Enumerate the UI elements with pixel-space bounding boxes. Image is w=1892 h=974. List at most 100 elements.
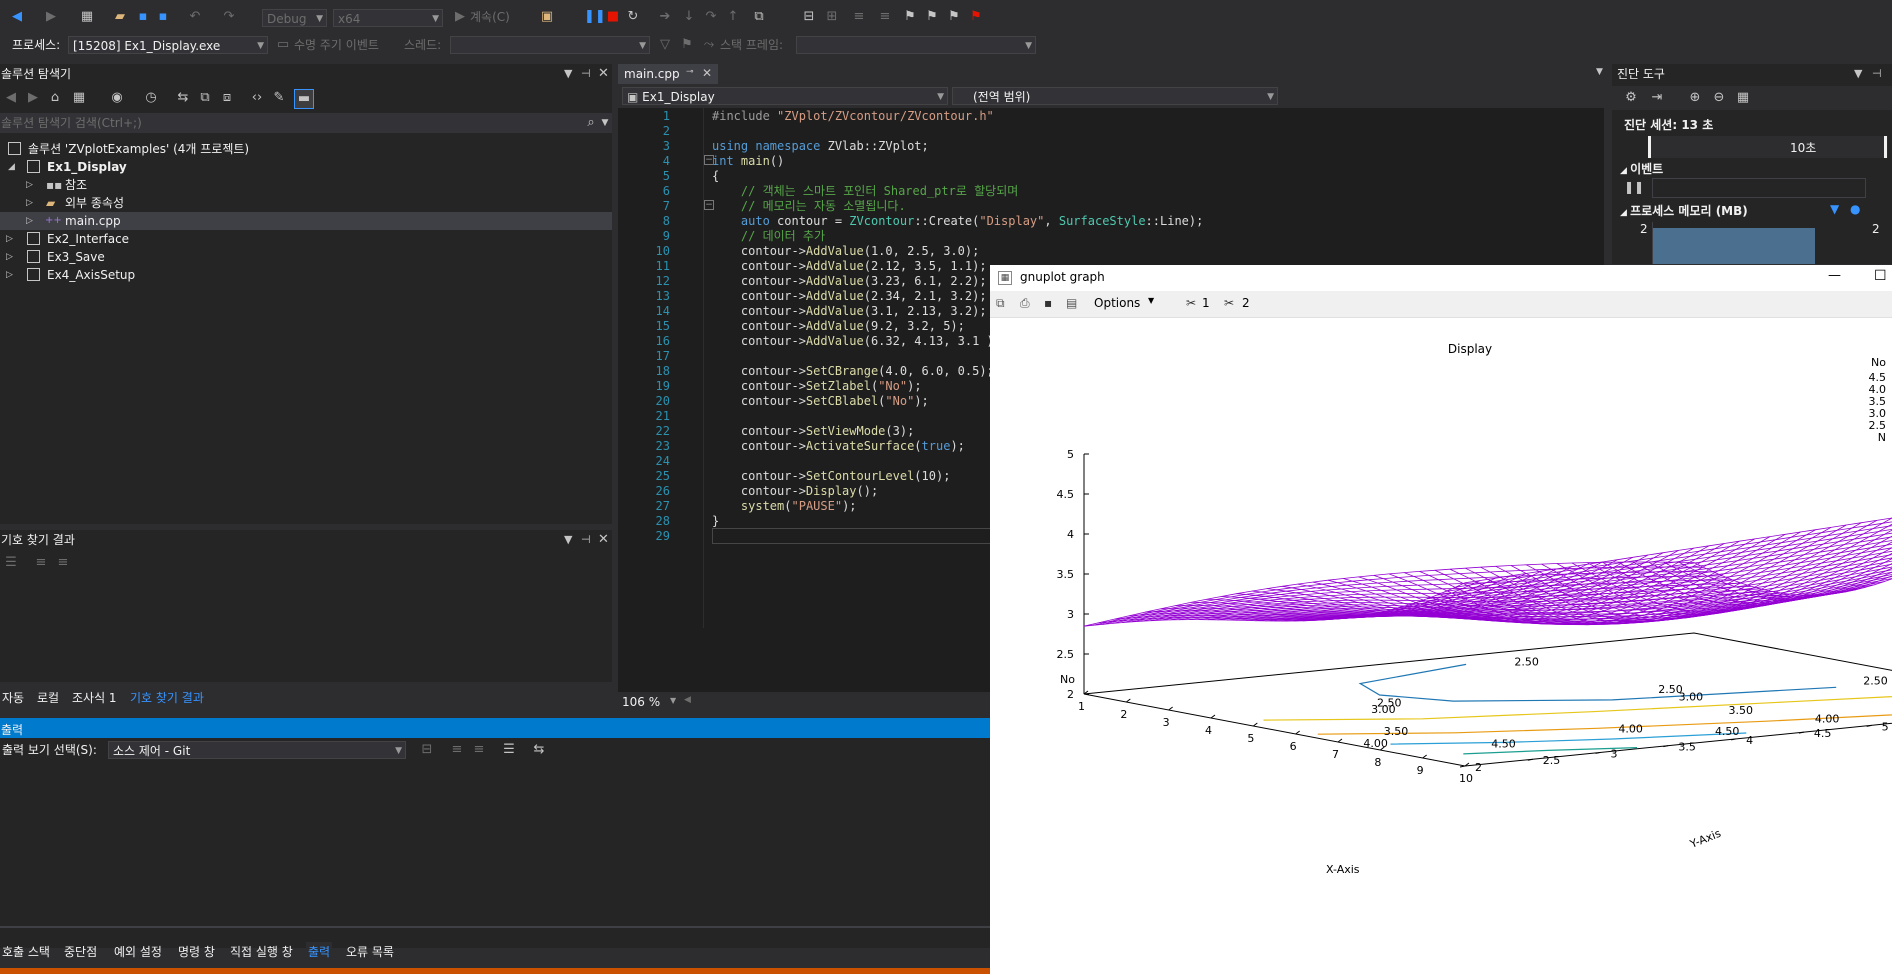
- tab-command-window[interactable]: 명령 창: [176, 942, 217, 962]
- uncomment-icon[interactable]: ≡: [878, 10, 892, 24]
- continue-icon[interactable]: ▶: [453, 10, 467, 24]
- close-icon[interactable]: ✕: [598, 530, 609, 550]
- global-scope-select[interactable]: (전역 범위) ▼: [952, 87, 1278, 105]
- forward-icon[interactable]: ▶: [26, 91, 40, 105]
- sync-icon[interactable]: ⇆: [176, 91, 190, 105]
- print-icon[interactable]: ⎙: [1020, 296, 1030, 311]
- new-project-icon[interactable]: ▦: [80, 10, 94, 24]
- events-track[interactable]: [1652, 178, 1866, 198]
- output-source-select[interactable]: 소스 제어 - Git ▼: [108, 741, 406, 759]
- tab-locals[interactable]: 로컬: [35, 688, 61, 708]
- view-code-icon[interactable]: ‹›: [250, 91, 264, 105]
- collapsed-arrow-icon[interactable]: ▷: [26, 194, 33, 212]
- expanded-arrow-icon[interactable]: ◢: [8, 158, 15, 176]
- tree-item-solution[interactable]: 솔루션 'ZVplotExamples' (4개 프로젝트): [0, 140, 612, 158]
- tab-watch-1[interactable]: 조사식 1: [70, 688, 119, 708]
- step-over-icon[interactable]: ↷: [704, 10, 718, 24]
- tab-breakpoints[interactable]: 중단점: [62, 942, 99, 962]
- platform-select[interactable]: x64 ▼: [333, 9, 443, 27]
- toggle-plot-icon[interactable]: ✂: [1186, 296, 1196, 310]
- step-out-icon[interactable]: ↑: [726, 10, 740, 24]
- collapse-all-icon[interactable]: ⧉: [198, 91, 212, 105]
- find-message-icon[interactable]: ⊟: [420, 743, 434, 757]
- lifecycle-events-button[interactable]: 수명 주기 이벤트: [294, 36, 379, 54]
- thread-select[interactable]: ▼: [450, 36, 650, 54]
- stop-icon[interactable]: ■: [606, 10, 620, 24]
- pin-icon[interactable]: ⊸: [686, 67, 694, 77]
- git-icon[interactable]: ◉: [110, 91, 124, 105]
- prev-result-icon[interactable]: ≡: [34, 556, 48, 570]
- options-button[interactable]: Options: [1094, 296, 1140, 310]
- project-scope-select[interactable]: ▣ Ex1_Display ▼: [622, 87, 948, 105]
- collapsed-arrow-icon[interactable]: ▷: [6, 266, 13, 284]
- chevron-down-icon[interactable]: ▼: [670, 696, 676, 705]
- tab-immediate-window[interactable]: 직접 실행 창: [228, 942, 295, 962]
- tab-autos[interactable]: 자동: [0, 688, 26, 708]
- tab-symbol-results[interactable]: 기호 찾기 결과: [128, 688, 206, 708]
- word-wrap-icon[interactable]: ⇆: [532, 743, 546, 757]
- chevron-down-icon[interactable]: ▼: [598, 116, 612, 130]
- zoom-out-icon[interactable]: ⊖: [1712, 91, 1726, 105]
- close-icon[interactable]: ✕: [598, 64, 609, 84]
- pin-icon[interactable]: ⊣: [581, 530, 591, 550]
- stackframe-select[interactable]: ▼: [796, 36, 1036, 54]
- next-message-icon[interactable]: ≡: [472, 743, 486, 757]
- save-icon[interactable]: ▪: [1044, 296, 1052, 310]
- collapsed-arrow-icon[interactable]: ▷: [26, 212, 33, 230]
- timeline-end-handle[interactable]: [1884, 136, 1887, 158]
- pin-icon[interactable]: ⊣: [1872, 64, 1882, 84]
- solution-search-box[interactable]: 솔루션 탐색기 검색(Ctrl+;) ⌕ ▼: [0, 113, 612, 133]
- reset-view-icon[interactable]: ▦: [1736, 91, 1750, 105]
- memory-section[interactable]: ◢ 프로세스 메모리 (MB): [1620, 202, 1748, 219]
- timeline-ruler[interactable]: 10초: [1648, 136, 1888, 158]
- tree-item-references[interactable]: ▷ ▪▪ 참조: [0, 176, 612, 194]
- hex-display-icon[interactable]: ⧉: [752, 10, 766, 24]
- collapsed-arrow-icon[interactable]: ▷: [6, 248, 13, 266]
- settings-icon[interactable]: ⚙: [1624, 91, 1638, 105]
- show-next-statement-icon[interactable]: ➔: [658, 10, 672, 24]
- tab-error-list[interactable]: 오류 목록: [344, 942, 396, 962]
- restart-icon[interactable]: ↻: [626, 10, 640, 24]
- zoom-value[interactable]: 106 %: [622, 695, 660, 709]
- show-all-files-icon[interactable]: ⧈: [220, 91, 234, 105]
- memory-graph[interactable]: [1652, 222, 1865, 264]
- switch-views-icon[interactable]: ▦: [72, 91, 86, 105]
- home-icon[interactable]: ⌂: [48, 91, 62, 105]
- preview-icon[interactable]: ▬: [294, 89, 314, 109]
- clear-bookmarks-icon[interactable]: ⚑: [969, 10, 983, 24]
- minimize-button[interactable]: —: [1828, 268, 1841, 283]
- close-icon[interactable]: ✕: [702, 66, 712, 80]
- collapsed-arrow-icon[interactable]: ▷: [26, 176, 33, 194]
- collapse-region-icon[interactable]: −: [704, 200, 714, 210]
- properties-icon[interactable]: ✎: [272, 91, 286, 105]
- prev-message-icon[interactable]: ≡: [450, 743, 464, 757]
- redo-icon[interactable]: ↷: [222, 10, 236, 24]
- tab-call-stack[interactable]: 호출 스택: [0, 942, 52, 962]
- tree-item-external-deps[interactable]: ▷ ▰ 외부 종속성: [0, 194, 612, 212]
- tree-item-main-cpp[interactable]: ▷ ++ main.cpp: [0, 212, 612, 230]
- tree-item-ex1-display[interactable]: ◢ Ex1_Display: [0, 158, 612, 176]
- tab-output[interactable]: 출력: [306, 942, 333, 962]
- pin-icon[interactable]: ⊣: [581, 64, 591, 84]
- back-icon[interactable]: ◀: [4, 91, 18, 105]
- toggle-plot-icon[interactable]: ✂: [1224, 296, 1234, 310]
- collapsed-arrow-icon[interactable]: ▷: [6, 230, 13, 248]
- forward-icon[interactable]: ▶: [44, 10, 58, 24]
- undo-icon[interactable]: ↶: [188, 10, 202, 24]
- tab-exception-settings[interactable]: 예외 설정: [112, 942, 164, 962]
- back-icon[interactable]: ◀: [10, 10, 24, 24]
- zoom-in-icon[interactable]: ⊕: [1688, 91, 1702, 105]
- continue-button[interactable]: 계속(C): [470, 8, 510, 26]
- configuration-select[interactable]: Debug ▼: [262, 9, 327, 27]
- maximize-button[interactable]: ☐: [1874, 268, 1887, 284]
- copy-icon[interactable]: ⧉: [996, 296, 1005, 311]
- export-icon[interactable]: ⇥: [1650, 91, 1664, 105]
- tree-item-ex2-interface[interactable]: ▷ Ex2_Interface: [0, 230, 612, 248]
- output-scrollbar[interactable]: [0, 926, 990, 928]
- dropdown-icon[interactable]: ▼: [564, 64, 572, 84]
- comment-icon[interactable]: ≡: [852, 10, 866, 24]
- dropdown-icon[interactable]: ▼: [564, 530, 572, 550]
- process-select[interactable]: [15208] Ex1_Display.exe ▼: [68, 36, 268, 54]
- clear-all-icon[interactable]: ☰: [502, 743, 516, 757]
- events-section[interactable]: ◢ 이벤트: [1620, 160, 1663, 177]
